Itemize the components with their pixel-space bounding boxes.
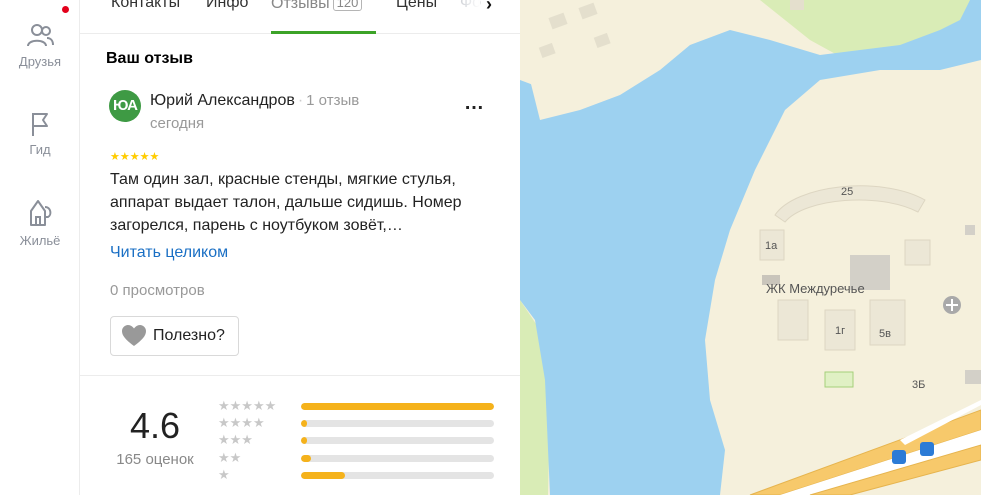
rail-item-housing[interactable]: Жильё — [0, 197, 80, 248]
tab-contacts[interactable]: Контакты — [111, 0, 180, 12]
distribution-bar-fill — [301, 420, 307, 427]
distribution-stars: ★★★ — [218, 432, 253, 447]
heart-icon — [122, 325, 146, 346]
distribution-bar — [301, 472, 494, 479]
notification-dot — [61, 5, 70, 14]
map-label-complex[interactable]: ЖК Междуречье — [766, 281, 865, 296]
distribution-stars: ★ — [218, 467, 230, 482]
distribution-stars: ★★★★★ — [218, 398, 277, 413]
map-label-1g: 1г — [835, 325, 846, 337]
distribution-bar-fill — [301, 455, 311, 462]
tab-reviews[interactable]: Отзывы 120 — [271, 0, 363, 13]
read-more-link[interactable]: Читать целиком — [110, 244, 228, 262]
distribution-stars: ★★★★ — [218, 415, 265, 430]
distribution-bar-fill — [301, 403, 494, 410]
rail-label-housing: Жильё — [19, 233, 61, 248]
review-views: 0 просмотров — [110, 282, 205, 299]
rating-summary: 4.6 165 оценок — [105, 404, 205, 468]
review-stars: ★★★★★ — [110, 151, 160, 163]
author-review-count: 1 отзыв — [306, 92, 360, 109]
tab-prices[interactable]: Цены — [396, 0, 437, 12]
useful-label: Полезно? — [153, 327, 225, 344]
left-rail: Друзья Гид Жильё — [0, 0, 80, 495]
review-text: Там один зал, красные стенды, мягкие сту… — [110, 171, 462, 234]
distribution-bar — [301, 437, 494, 444]
rail-item-friends[interactable]: Друзья — [0, 22, 80, 69]
map-label-25: 25 — [841, 186, 854, 198]
tabs-fade — [450, 0, 480, 28]
place-panel: Контакты Инфо Отзывы120 Цены Фо › Ваш от… — [80, 0, 520, 495]
distribution-bar-fill — [301, 472, 346, 479]
map-label-5v: 5в — [879, 328, 891, 340]
flag-icon — [32, 113, 48, 136]
distribution-bar — [301, 455, 494, 462]
useful-button[interactable]: Полезно? — [110, 316, 239, 356]
distribution-stars: ★★ — [218, 450, 242, 465]
active-tab-underline — [271, 31, 376, 34]
map-label-3b: 3Б — [912, 379, 926, 391]
review-date: сегодня — [150, 115, 205, 132]
distribution-bar-fill — [301, 437, 307, 444]
distribution-bar — [301, 403, 494, 410]
avatar[interactable]: ЮА — [109, 90, 141, 122]
house-icon — [30, 200, 52, 226]
rail-label-guide: Гид — [29, 142, 51, 157]
distribution-bar — [301, 420, 494, 427]
map[interactable]: 25 1а ЖК Междуречье 1г 5в 3Б — [520, 0, 981, 495]
map-label-1a: 1а — [765, 240, 778, 252]
section-title: Ваш отзыв — [106, 50, 193, 67]
author-name[interactable]: Юрий Александров — [150, 92, 295, 109]
rail-item-guide[interactable]: Гид — [0, 110, 80, 157]
rail-label-friends: Друзья — [18, 54, 62, 69]
review-author[interactable]: Юрий Александров · 1 отзыв — [150, 92, 359, 110]
tabs-next-icon[interactable]: › — [486, 0, 492, 15]
map-canvas[interactable] — [520, 0, 981, 495]
tab-info[interactable]: Инфо — [206, 0, 248, 12]
friends-icon — [27, 24, 54, 47]
rating-value: 4.6 — [129, 405, 181, 446]
tab-reviews-label: Отзывы — [271, 0, 330, 12]
section-divider — [80, 375, 520, 376]
tab-bar: Контакты Инфо Отзывы120 Цены Фо › — [80, 0, 520, 34]
tab-reviews-count: 120 — [332, 0, 363, 11]
more-options-icon[interactable]: … — [464, 92, 485, 115]
ratings-count: 165 оценок — [116, 451, 194, 468]
author-separator-icon: · — [297, 92, 304, 109]
